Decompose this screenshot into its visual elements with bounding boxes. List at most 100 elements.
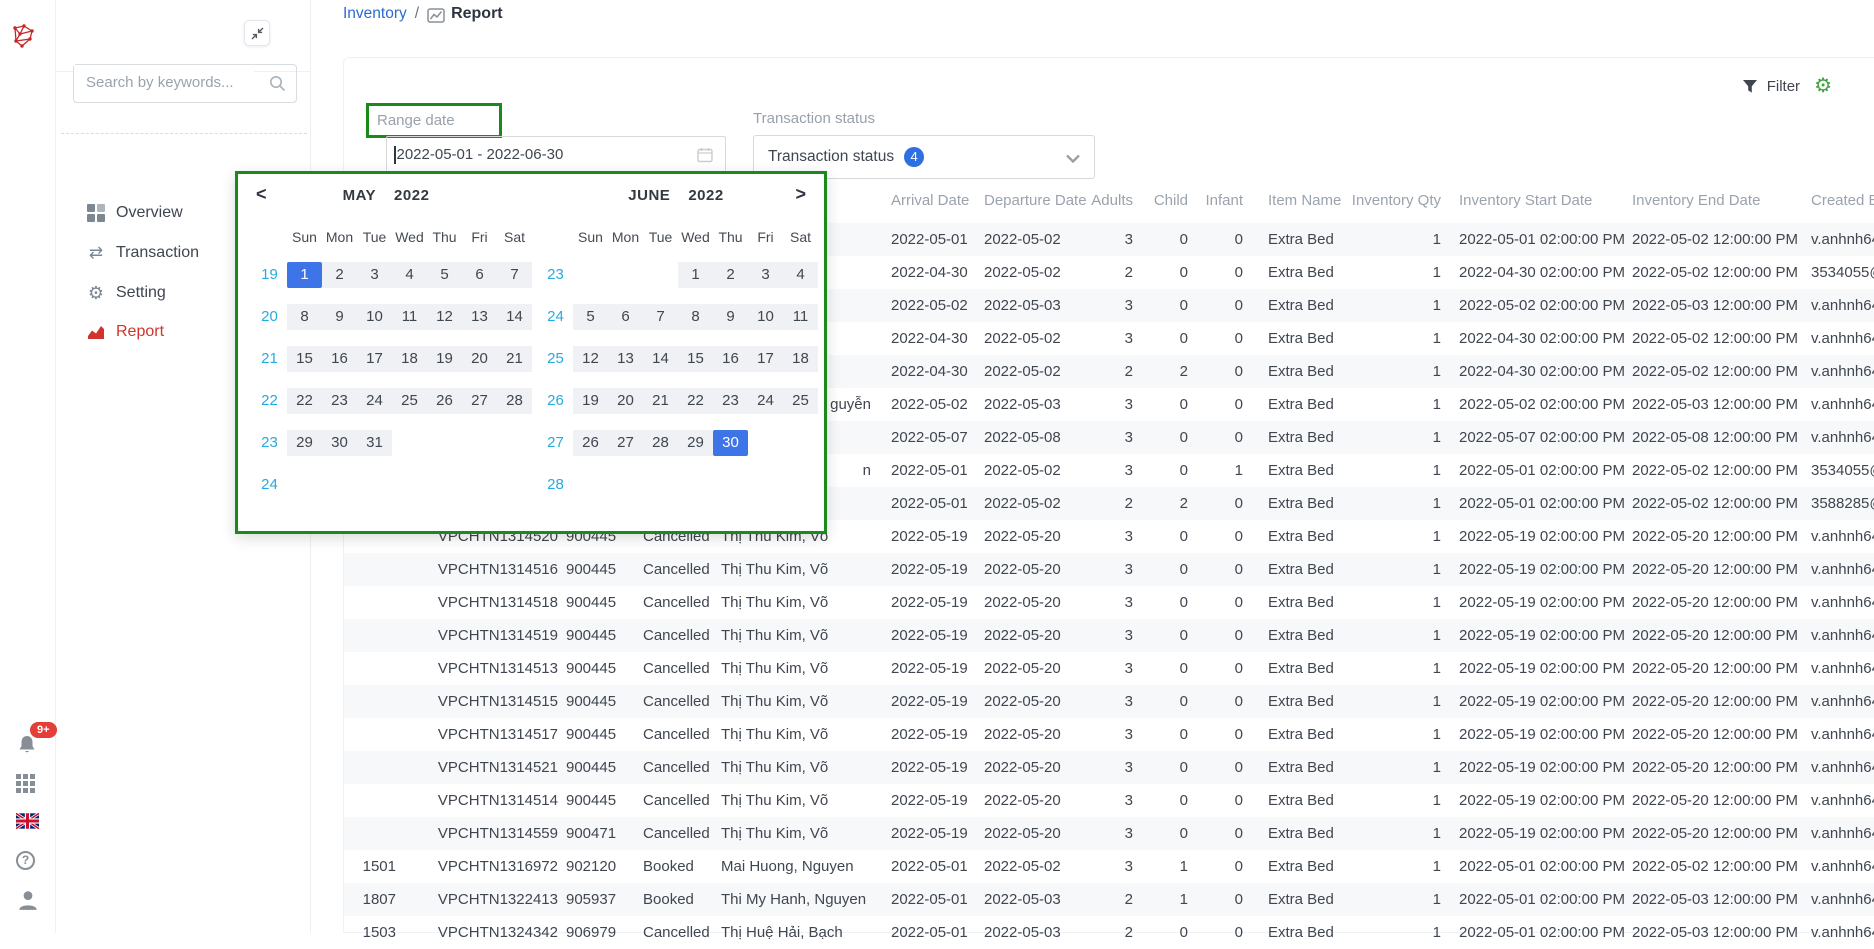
calendar-day[interactable]: 17: [357, 346, 392, 372]
calendar-day[interactable]: 5: [573, 304, 608, 330]
calendar-day[interactable]: 28: [497, 388, 532, 414]
calendar-day[interactable]: 30: [713, 430, 748, 456]
calendar-day[interactable]: 9: [322, 304, 357, 330]
table-row[interactable]: 1501VPCHTN1316972902120BookedMai Huong, …: [344, 850, 1874, 883]
calendar-day[interactable]: 1: [678, 262, 713, 288]
calendar-day[interactable]: 19: [427, 346, 462, 372]
calendar-day[interactable]: 6: [462, 262, 497, 288]
calendar-day[interactable]: 1: [287, 262, 322, 288]
calendar-day[interactable]: 13: [462, 304, 497, 330]
calendar-day[interactable]: 3: [748, 262, 783, 288]
sidebar-collapse-button[interactable]: [244, 20, 270, 46]
app-logo-icon[interactable]: [10, 22, 38, 50]
calendar-day[interactable]: 29: [287, 430, 322, 456]
calendar-day[interactable]: 7: [497, 262, 532, 288]
sidebar-search[interactable]: [73, 64, 297, 103]
calendar-day[interactable]: 17: [748, 346, 783, 372]
calendar-day[interactable]: 21: [497, 346, 532, 372]
calendar-day[interactable]: 11: [392, 304, 427, 330]
weekday-label: Sat: [783, 224, 818, 250]
filter-button[interactable]: Filter: [1742, 78, 1800, 95]
calendar-day[interactable]: 7: [643, 304, 678, 330]
calendar-day[interactable]: 21: [643, 388, 678, 414]
table-row[interactable]: VPCHTN1314559900471CancelledThị Thu Kim,…: [344, 817, 1874, 850]
apps-grid-icon[interactable]: [16, 774, 40, 798]
calendar-day[interactable]: 26: [573, 430, 608, 456]
calendar-day[interactable]: 11: [783, 304, 818, 330]
sidebar-header: [56, 0, 311, 72]
table-row[interactable]: VPCHTN1314515900445CancelledThị Thu Kim,…: [344, 685, 1874, 718]
calendar-day[interactable]: 10: [357, 304, 392, 330]
table-row[interactable]: VPCHTN1314517900445CancelledThị Thu Kim,…: [344, 718, 1874, 751]
calendar-day[interactable]: 30: [322, 430, 357, 456]
notification-badge: 9+: [30, 722, 57, 738]
calendar-day[interactable]: 16: [713, 346, 748, 372]
calendar-day[interactable]: 29: [678, 430, 713, 456]
table-row[interactable]: VPCHTN1314514900445CancelledThị Thu Kim,…: [344, 784, 1874, 817]
calendar-day[interactable]: 4: [783, 262, 818, 288]
table-row[interactable]: VPCHTN1314516900445CancelledThị Thu Kim,…: [344, 553, 1874, 586]
help-icon[interactable]: ?: [16, 851, 35, 870]
calendar-day[interactable]: 15: [287, 346, 322, 372]
collapse-icon: [251, 27, 264, 40]
calendar-day[interactable]: 24: [357, 388, 392, 414]
calendar-day[interactable]: 16: [322, 346, 357, 372]
calendar-day[interactable]: 5: [427, 262, 462, 288]
calendar-day[interactable]: 6: [608, 304, 643, 330]
calendar-day[interactable]: 14: [643, 346, 678, 372]
calendar-day[interactable]: 24: [748, 388, 783, 414]
calendar-day[interactable]: 28: [643, 430, 678, 456]
calendar-day[interactable]: 23: [322, 388, 357, 414]
calendar-day[interactable]: 27: [608, 430, 643, 456]
breadcrumb-inventory-link[interactable]: Inventory: [343, 5, 407, 23]
calendar-day[interactable]: 23: [713, 388, 748, 414]
notifications-button[interactable]: 9+: [16, 734, 40, 758]
language-flag-icon[interactable]: [16, 813, 39, 829]
calendar-day[interactable]: 13: [608, 346, 643, 372]
calendar-day[interactable]: 15: [678, 346, 713, 372]
calendar-day[interactable]: 27: [462, 388, 497, 414]
table-row[interactable]: VPCHTN1314513900445CancelledThị Thu Kim,…: [344, 652, 1874, 685]
table-row[interactable]: VPCHTN1314519900445CancelledThị Thu Kim,…: [344, 619, 1874, 652]
calendar-day[interactable]: 18: [392, 346, 427, 372]
calendar-day[interactable]: 26: [427, 388, 462, 414]
calendar-day[interactable]: 31: [357, 430, 392, 456]
calendar-day[interactable]: 2: [322, 262, 357, 288]
calendar-month-title: JUNE2022: [566, 187, 786, 204]
calendar-day[interactable]: 10: [748, 304, 783, 330]
calendar-day[interactable]: 12: [573, 346, 608, 372]
table-settings-gear-icon[interactable]: ⚙: [1814, 76, 1832, 96]
calendar-day[interactable]: 20: [608, 388, 643, 414]
calendar-day[interactable]: 2: [713, 262, 748, 288]
search-input[interactable]: [74, 65, 254, 100]
calendar-day[interactable]: 4: [392, 262, 427, 288]
calendar-next-icon[interactable]: >: [795, 184, 806, 205]
calendar-day[interactable]: 3: [357, 262, 392, 288]
calendar-day[interactable]: 22: [678, 388, 713, 414]
calendar-day[interactable]: 9: [713, 304, 748, 330]
calendar-day[interactable]: 20: [462, 346, 497, 372]
calendar-prev-icon[interactable]: <: [256, 184, 267, 205]
table-row[interactable]: VPCHTN1314518900445CancelledThị Thu Kim,…: [344, 586, 1874, 619]
column-header-departure: Departure Date: [976, 178, 1091, 223]
calendar-day[interactable]: 22: [287, 388, 322, 414]
range-date-label: Range date: [369, 112, 455, 129]
calendar-day[interactable]: 14: [497, 304, 532, 330]
calendar-day[interactable]: 25: [392, 388, 427, 414]
calendar-day[interactable]: 8: [678, 304, 713, 330]
calendar-day[interactable]: 18: [783, 346, 818, 372]
search-icon: [269, 75, 286, 92]
table-row[interactable]: VPCHTN1314521900445CancelledThị Thu Kim,…: [344, 751, 1874, 784]
calendar-day[interactable]: 25: [783, 388, 818, 414]
weekday-label: Mon: [608, 224, 643, 250]
week-number: 25: [538, 346, 573, 372]
range-date-input[interactable]: 2022-05-01 - 2022-06-30: [386, 136, 726, 173]
table-row[interactable]: 1807VPCHTN1322413905937BookedThi My Hanh…: [344, 883, 1874, 916]
weekday-label: Thu: [427, 224, 462, 250]
calendar-day[interactable]: 8: [287, 304, 322, 330]
calendar-day[interactable]: 19: [573, 388, 608, 414]
week-number: 19: [252, 262, 287, 288]
text-cursor: [394, 146, 396, 164]
user-profile-icon[interactable]: [16, 888, 40, 912]
calendar-day[interactable]: 12: [427, 304, 462, 330]
